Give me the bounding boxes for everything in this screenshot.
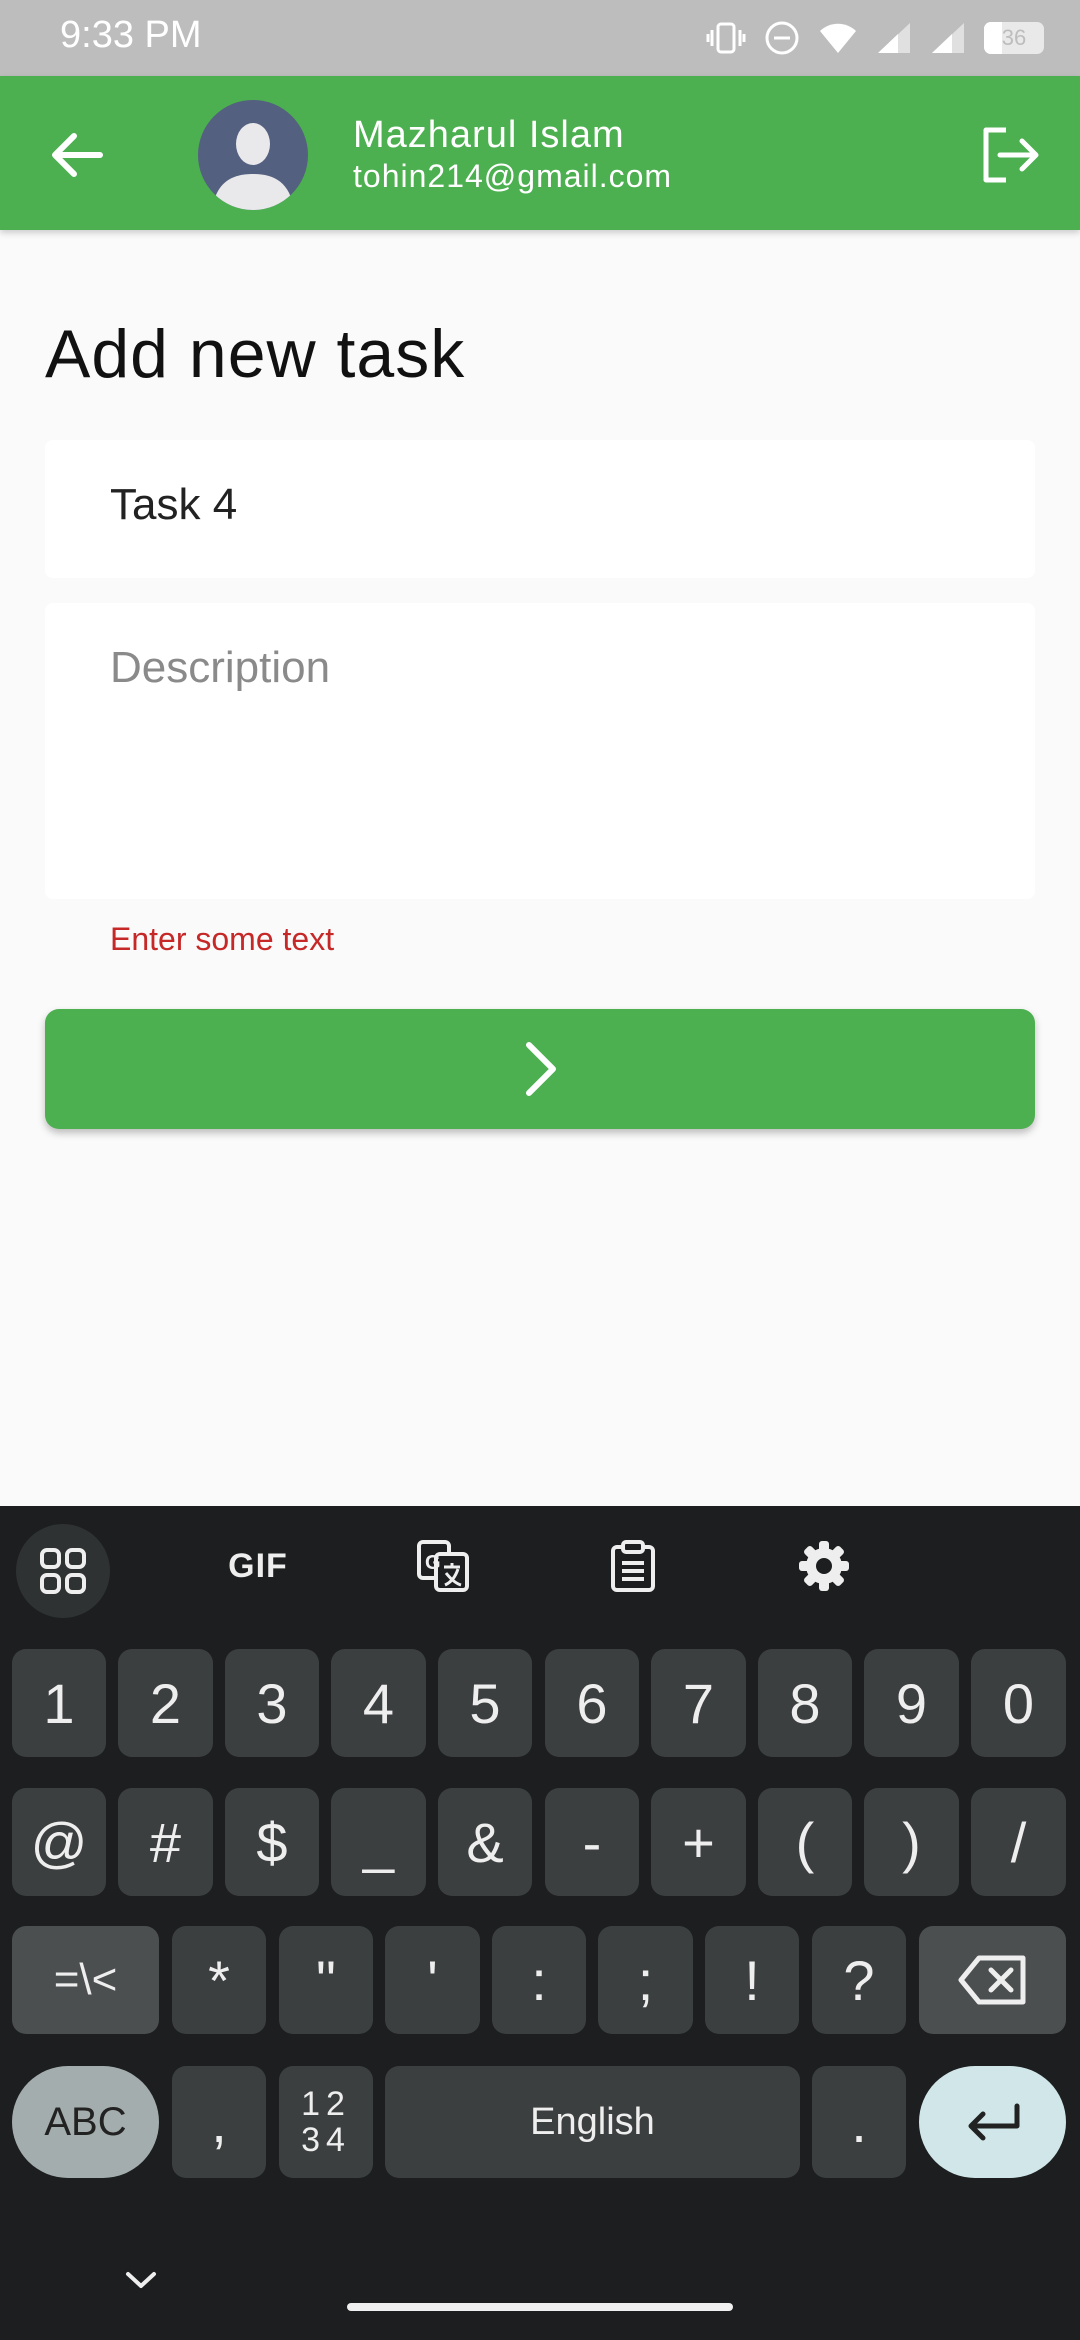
key-comma[interactable]: , [172, 2066, 266, 2178]
battery-level: 36 [1001, 25, 1027, 50]
key-dollar[interactable]: $ [225, 1788, 319, 1896]
key-at[interactable]: @ [12, 1788, 106, 1896]
clipboard-icon [611, 1540, 655, 1592]
battery-icon: 36 [984, 22, 1044, 54]
keyboard-settings-button[interactable] [791, 1533, 857, 1599]
key-1[interactable]: 1 [12, 1649, 106, 1757]
backspace-icon [958, 1955, 1025, 2005]
key-0[interactable]: 0 [971, 1649, 1066, 1757]
app-bar: Mazharul Islam tohin214@gmail.com [0, 76, 1080, 230]
svg-text:G: G [425, 1552, 441, 1574]
key-5[interactable]: 5 [438, 1649, 532, 1757]
dnd-icon [765, 21, 799, 55]
key-close-paren[interactable]: ) [864, 1788, 959, 1896]
chevron-right-icon [526, 1042, 556, 1096]
backspace-key[interactable] [919, 1926, 1066, 2034]
key-open-paren[interactable]: ( [758, 1788, 852, 1896]
gesture-nav-handle[interactable] [347, 2303, 733, 2311]
clipboard-button[interactable] [600, 1533, 666, 1599]
back-arrow-icon [52, 133, 103, 177]
vibrate-icon [706, 22, 746, 54]
space-key[interactable]: English [385, 2066, 800, 2178]
signal-icon-2 [932, 23, 964, 53]
logout-button[interactable] [976, 122, 1042, 188]
key-8[interactable]: 8 [758, 1649, 852, 1757]
key-exclamation[interactable]: ! [705, 1926, 799, 2034]
chevron-down-icon [126, 2272, 156, 2288]
enter-arrow-icon [968, 2103, 1019, 2141]
key-4[interactable]: 4 [331, 1649, 426, 1757]
key-underscore[interactable]: _ [331, 1788, 426, 1896]
key-period[interactable]: . [812, 2066, 906, 2178]
key-9[interactable]: 9 [864, 1649, 959, 1757]
abc-key[interactable]: ABC [12, 2066, 159, 2178]
key-more-symbols[interactable]: =\< [12, 1926, 159, 2034]
key-question[interactable]: ? [812, 1926, 906, 2034]
key-3[interactable]: 3 [225, 1649, 319, 1757]
description-placeholder: Description [110, 643, 331, 692]
keyboard-toolbar: GIF G [0, 1506, 1080, 1626]
gif-icon: GIF [228, 1546, 288, 1585]
submit-button[interactable] [45, 1009, 1035, 1129]
numpad-key[interactable]: 12 34 [279, 2066, 373, 2178]
user-name: Mazharul Islam [353, 114, 625, 156]
title-input[interactable]: Task 4 [45, 440, 1035, 578]
numpad-top: 12 [301, 2085, 351, 2123]
translate-button[interactable]: G [410, 1533, 476, 1599]
translate-icon: G [417, 1540, 469, 1592]
apps-grid-icon [40, 1548, 86, 1594]
keyboard: GIF G 1 2 3 4 5 6 7 8 9 0 @ # $ _ & - + … [0, 1506, 1080, 2340]
enter-key[interactable] [919, 2066, 1066, 2178]
status-bar: 9:33 PM 36 [0, 0, 1080, 76]
key-double-quote[interactable]: " [279, 1926, 373, 2034]
key-hash[interactable]: # [118, 1788, 213, 1896]
person-icon [212, 123, 294, 210]
user-email: tohin214@gmail.com [353, 158, 673, 194]
key-slash[interactable]: / [971, 1788, 1066, 1896]
keyboard-collapse-button[interactable] [116, 2266, 166, 2296]
wifi-icon [820, 23, 856, 53]
numpad-bottom: 34 [301, 2121, 351, 2159]
description-error-text: Enter some text [110, 921, 335, 957]
avatar[interactable] [198, 100, 308, 210]
description-input[interactable]: Description [45, 603, 1035, 899]
logout-icon [983, 127, 1039, 183]
gif-button[interactable]: GIF [220, 1533, 296, 1599]
key-colon[interactable]: : [492, 1926, 586, 2034]
page-title: Add new task [45, 316, 466, 392]
apps-grid-button[interactable] [16, 1524, 110, 1618]
settings-gear-icon [799, 1541, 849, 1591]
title-input-value: Task 4 [110, 480, 238, 529]
key-6[interactable]: 6 [545, 1649, 639, 1757]
key-plus[interactable]: + [651, 1788, 746, 1896]
key-asterisk[interactable]: * [172, 1926, 266, 2034]
key-semicolon[interactable]: ; [598, 1926, 693, 2034]
status-time: 9:33 PM [60, 14, 202, 56]
key-2[interactable]: 2 [118, 1649, 213, 1757]
key-minus[interactable]: - [545, 1788, 639, 1896]
key-ampersand[interactable]: & [438, 1788, 532, 1896]
status-icons: 36 [706, 18, 1044, 58]
signal-icon [878, 23, 910, 53]
key-single-quote[interactable]: ' [385, 1926, 480, 2034]
key-7[interactable]: 7 [651, 1649, 746, 1757]
back-button[interactable] [42, 120, 112, 190]
